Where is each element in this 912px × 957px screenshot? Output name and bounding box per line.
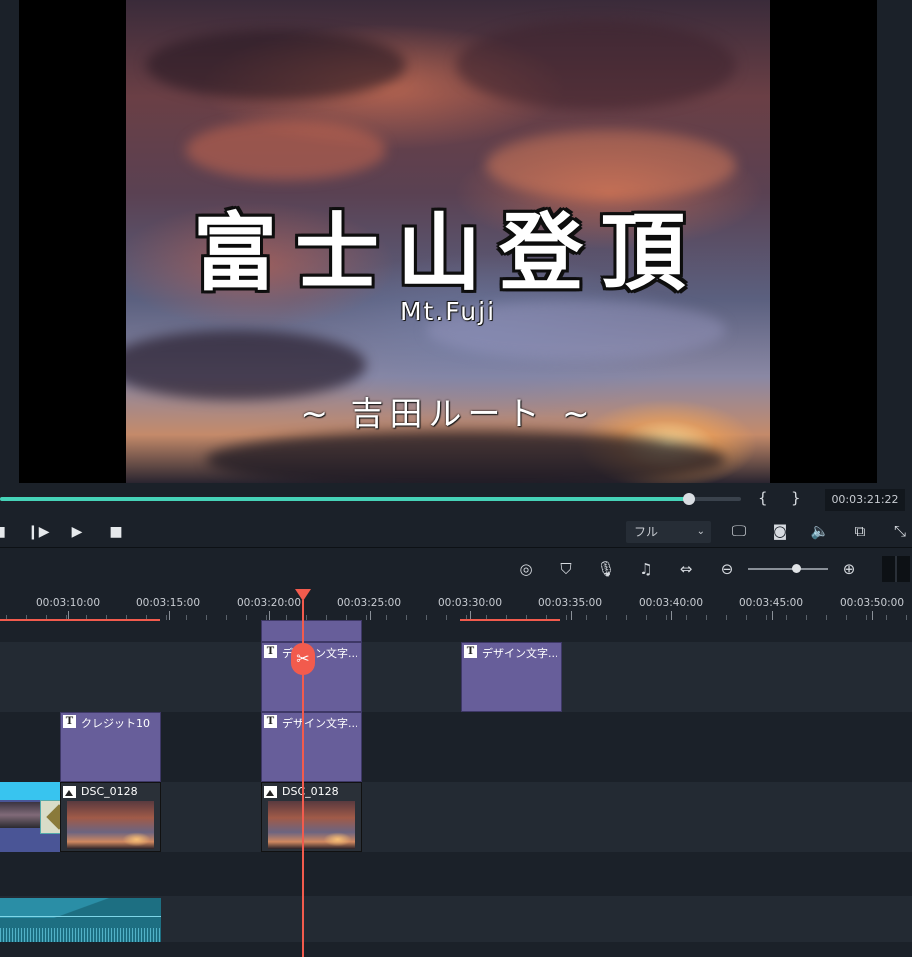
text-clip-icon: T [264,645,277,658]
timeline-ruler[interactable]: 00:03:10:00 00:03:15:00 00:03:20:00 00:0… [0,590,912,620]
timecode-display: 00:03:21:22 [825,489,905,511]
audio-clip[interactable] [0,898,161,942]
track-row-empty [0,852,912,896]
ruler-label: 00:03:10:00 [35,597,101,609]
pip-icon[interactable]: ⧉ [849,520,871,542]
ruler-tick-major [269,611,270,620]
scrubber-bar: { } 00:03:21:22 [0,483,912,516]
clip-label: DSC_0128 [81,785,138,798]
ruler-label: 00:03:15:00 [135,597,201,609]
track-row-video: DSC_0128 DSC_0128 [0,782,912,852]
range-marker [0,619,160,621]
zoom-slider-handle[interactable] [792,564,801,573]
ruler-label: 00:03:30:00 [437,597,503,609]
step-back-icon[interactable]: ▮ [0,522,12,542]
preview-title-sub: ~ 吉田ルート ~ [300,394,596,433]
zoom-out-icon[interactable]: ⊖ [716,558,738,580]
audio-waveform [0,928,161,942]
monitor-icon[interactable]: 🖵 [728,520,750,542]
ruler-label: 00:03:35:00 [537,597,603,609]
step-forward-icon[interactable]: ❙▶ [27,522,50,542]
chevron-down-icon: ⌄ [696,526,705,537]
video-canvas: 富士山登頂 Mt.Fuji ~ 吉田ルート ~ [19,0,877,483]
playback-controls: ▮ ❙▶ ▶ ■ フル ⌄ 🖵 ◙ 🔈 ⧉ ⤡ [0,516,912,548]
zoom-slider[interactable] [748,568,828,570]
clip-label: デザイン文字... [282,717,357,730]
preview-panel: 富士山登頂 Mt.Fuji ~ 吉田ルート ~ [0,0,912,483]
scissors-icon[interactable]: ✂ [291,643,315,675]
mark-out-button[interactable]: } [791,489,801,507]
zoom-in-icon[interactable]: ⊕ [838,558,860,580]
track-row-bottom [0,942,912,957]
clip-thumbnail [268,801,355,849]
stop-icon[interactable]: ■ [106,522,126,542]
quality-select[interactable]: フル ⌄ [626,521,711,543]
track-row-titles-1: T デザイン文字... T デザイン文字... [0,642,912,712]
clip-label: DSC_0128 [282,785,339,798]
image-clip-icon [63,786,76,798]
title-clip[interactable]: T デザイン文字... [461,642,562,712]
ruler-tick-major [370,611,371,620]
ruler-tick-major [772,611,773,620]
image-clip-icon [264,786,277,798]
snapshot-icon[interactable]: ◙ [769,520,791,542]
text-clip-icon: T [264,715,277,728]
track-row-titles-2: T クレジット10 T デザイン文字... [0,712,912,782]
preview-title-en: Mt.Fuji [399,297,497,326]
preview-title-main: 富士山登頂 [192,204,703,302]
title-clip[interactable]: T デザイン文字... [261,712,362,782]
text-clip-icon: T [464,645,477,658]
clip-label: デザイン文字... [482,647,557,660]
render-icon[interactable]: ◎ [515,558,537,580]
voiceover-icon[interactable]: 🎙 [595,558,617,580]
marker-icon[interactable]: ⛉ [555,558,577,580]
audio-mixer-icon[interactable]: ♫ [635,558,657,580]
credit-clip[interactable]: T クレジット10 [60,712,161,782]
panel-toggle-button[interactable] [882,556,910,582]
quality-value: フル [634,525,659,539]
ruler-label: 00:03:40:00 [638,597,704,609]
ruler-tick-major [571,611,572,620]
ruler-tick-major [872,611,873,620]
volume-icon[interactable]: 🔈 [809,520,831,542]
track-row-top [0,619,912,642]
scrubber-progress [0,497,689,501]
image-clip[interactable]: DSC_0128 [261,782,362,852]
playhead-handle[interactable] [295,589,311,601]
scrubber-handle[interactable] [683,493,695,505]
mark-in-button[interactable]: { [758,489,768,507]
clip-label: クレジット10 [81,717,150,730]
timeline-toolbar: ◎ ⛉ 🎙 ♫ ⇔ ⊖ ⊕ [0,548,912,590]
fit-timeline-icon[interactable]: ⇔ [675,558,697,580]
range-marker [460,619,560,621]
text-clip-icon: T [63,715,76,728]
ruler-label: 00:03:50:00 [839,597,905,609]
ruler-tick-major [169,611,170,620]
ruler-tick-major [671,611,672,620]
play-icon[interactable]: ▶ [67,522,87,542]
image-clip[interactable]: DSC_0128 [60,782,161,852]
fullscreen-icon[interactable]: ⤡ [889,520,911,542]
clip-thumbnail [67,801,154,849]
track-row-audio [0,896,912,942]
ruler-label: 00:03:25:00 [336,597,402,609]
title-clip-stub[interactable] [261,620,362,642]
ruler-label: 00:03:45:00 [738,597,804,609]
